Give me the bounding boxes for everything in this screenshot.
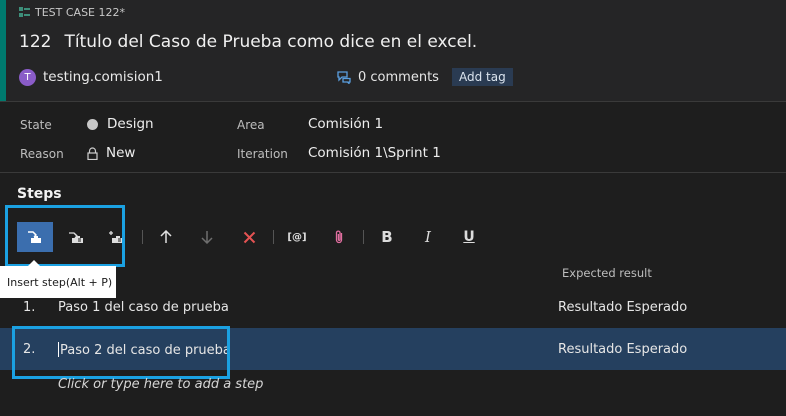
step-expected[interactable]: Resultado Esperado [558, 300, 687, 315]
attachment-button[interactable] [321, 222, 357, 252]
work-item-header: TEST CASE 122* 122 Título del Caso de Pru… [0, 0, 786, 101]
bold-icon: B [381, 228, 393, 246]
step-number: 1. [23, 300, 36, 315]
step-highlight-box [12, 326, 230, 379]
attachment-icon [335, 230, 343, 244]
work-item-title[interactable]: 122 Título del Caso de Prueba como dice e… [19, 32, 477, 52]
state-label: State [20, 118, 52, 132]
state-value[interactable]: Design [107, 116, 154, 132]
work-item-type: TEST CASE 122* [19, 6, 125, 19]
comments-link[interactable]: 0 comments [337, 70, 439, 85]
delete-icon [243, 231, 255, 243]
toolbar-highlight-box [5, 205, 125, 267]
underline-button[interactable]: U [451, 222, 487, 252]
move-up-button[interactable] [148, 222, 184, 252]
area-label: Area [237, 118, 265, 132]
iteration-label: Iteration [237, 147, 288, 161]
avatar[interactable]: T [19, 69, 36, 86]
work-item-meta: T testing.comision1 0 comments Add tag [19, 67, 786, 89]
toolbar-divider [142, 230, 143, 244]
move-up-icon [160, 230, 172, 243]
iteration-value[interactable]: Comisión 1\Sprint 1 [308, 145, 441, 161]
reason-field[interactable]: New [87, 145, 135, 161]
reason-label: Reason [20, 147, 64, 161]
state-field[interactable]: Design [87, 116, 154, 132]
underline-icon: U [463, 229, 475, 245]
move-down-button[interactable] [189, 222, 225, 252]
state-dot-icon [87, 118, 98, 130]
assigned-user[interactable]: testing.comision1 [43, 69, 163, 85]
move-down-icon [201, 231, 213, 244]
lock-icon [87, 146, 98, 160]
expected-result-header: Expected result [562, 266, 652, 280]
reason-value[interactable]: New [106, 145, 135, 161]
delete-step-button[interactable] [231, 222, 267, 252]
add-step-placeholder[interactable]: Click or type here to add a step [58, 377, 263, 392]
step-row-1[interactable]: 1. Paso 1 del caso de prueba Resultado E… [0, 286, 786, 328]
add-tag-button[interactable]: Add tag [452, 68, 513, 86]
step-action[interactable]: Paso 1 del caso de prueba [58, 300, 229, 315]
steps-title: Steps [17, 186, 62, 202]
step-expected[interactable]: Resultado Esperado [558, 342, 687, 357]
test-case-icon [19, 7, 30, 18]
comment-icon [337, 71, 351, 84]
work-item-id: 122 [19, 32, 52, 52]
italic-icon: I [425, 228, 431, 246]
italic-button[interactable]: I [410, 222, 446, 252]
work-item-title-text[interactable]: Título del Caso de Prueba como dice en e… [64, 32, 477, 52]
insert-parameter-icon: [@] [287, 231, 307, 243]
insert-parameter-button[interactable]: [@] [279, 222, 315, 252]
area-value[interactable]: Comisión 1 [308, 116, 383, 132]
comments-count[interactable]: 0 comments [358, 70, 439, 85]
toolbar-divider [363, 230, 364, 244]
toolbar-divider [273, 230, 274, 244]
work-item-type-label: TEST CASE 122* [35, 6, 125, 19]
bold-button[interactable]: B [369, 222, 405, 252]
fields-panel: State Design Reason New Area Comisión 1 … [0, 101, 786, 173]
